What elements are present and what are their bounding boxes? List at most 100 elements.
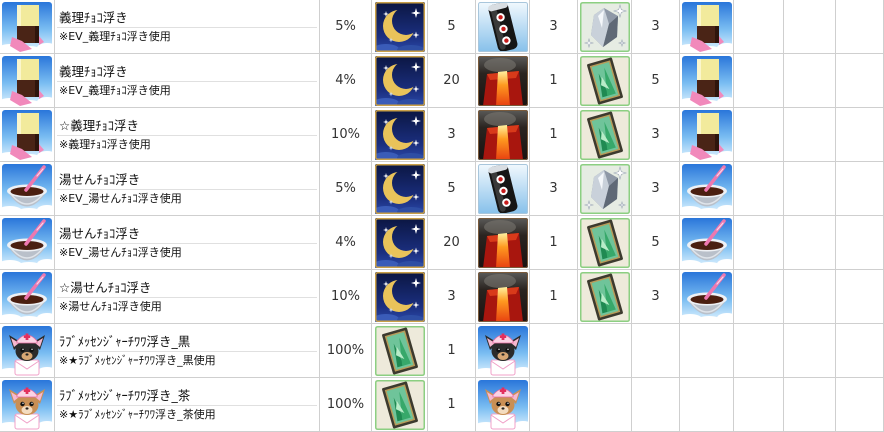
material-icon-cell	[578, 54, 632, 108]
base-item-icon-cell	[680, 162, 734, 216]
base-item-icon-cell	[680, 54, 734, 108]
material-icon-cell	[372, 108, 428, 162]
empty-cell	[784, 108, 836, 162]
material-icon-cell	[372, 0, 428, 54]
material-quantity: 3	[632, 108, 680, 162]
success-rate: 100%	[320, 378, 372, 432]
empty-cell	[784, 270, 836, 324]
success-rate: 4%	[320, 54, 372, 108]
item-name: ﾗﾌﾞﾒｯｾﾝｼﾞｬｰﾁﾜﾜ浮き_黒	[57, 333, 317, 352]
material-quantity: 20	[428, 216, 476, 270]
fire-ore-icon	[477, 271, 528, 322]
material-icon-cell	[372, 216, 428, 270]
empty-cell	[836, 324, 884, 378]
green-card-icon	[579, 55, 630, 106]
material-quantity: 5	[428, 162, 476, 216]
item-note: ※湯せんﾁｮｺ浮き使用	[59, 299, 162, 313]
item-name-cell: ﾗﾌﾞﾒｯｾﾝｼﾞｬｰﾁﾜﾜ浮き_黒 ※★ﾗﾌﾞﾒｯｾﾝｼﾞｬｰﾁﾜﾜ浮き_黒使用	[55, 324, 320, 378]
empty-cell	[836, 0, 884, 54]
item-name-cell: 義理ﾁｮｺ浮き ※EV_義理ﾁｮｺ浮き使用	[55, 54, 320, 108]
base-item-icon-cell	[476, 324, 530, 378]
empty-cell	[734, 54, 784, 108]
empty-cell	[734, 108, 784, 162]
material-quantity: 3	[530, 162, 578, 216]
item-note: ※★ﾗﾌﾞﾒｯｾﾝｼﾞｬｰﾁﾜﾜ浮き_茶使用	[59, 407, 216, 421]
yusen-choco-float-icon	[681, 271, 732, 322]
yusen-choco-float-icon	[2, 163, 52, 214]
giri-choco-float-icon	[681, 109, 732, 160]
material-icon-cell	[476, 54, 530, 108]
table-row: ﾗﾌﾞﾒｯｾﾝｼﾞｬｰﾁﾜﾜ浮き_黒 ※★ﾗﾌﾞﾒｯｾﾝｼﾞｬｰﾁﾜﾜ浮き_黒使用…	[0, 324, 884, 378]
material-quantity: 3	[530, 0, 578, 54]
item-note: ※EV_湯せんﾁｮｺ浮き使用	[59, 191, 182, 205]
material-quantity: 5	[632, 216, 680, 270]
empty-cell	[734, 324, 784, 378]
item-icon-cell	[0, 54, 55, 108]
empty-cell	[784, 54, 836, 108]
empty-cell	[836, 216, 884, 270]
item-note: ※EV_義理ﾁｮｺ浮き使用	[59, 83, 171, 97]
empty-cell	[784, 324, 836, 378]
fire-ore-icon	[477, 109, 528, 160]
material-quantity: 1	[530, 108, 578, 162]
item-name: ☆湯せんﾁｮｺ浮き	[57, 279, 317, 298]
material-icon-cell	[476, 0, 530, 54]
success-rate: 5%	[320, 162, 372, 216]
success-rate: 100%	[320, 324, 372, 378]
empty-cell	[734, 216, 784, 270]
green-card-icon	[579, 271, 630, 322]
item-name-cell: 義理ﾁｮｺ浮き ※EV_義理ﾁｮｺ浮き使用	[55, 0, 320, 54]
material-icon-cell	[476, 216, 530, 270]
yusen-choco-float-icon	[2, 217, 52, 268]
table-row: ☆義理ﾁｮｺ浮き ※義理ﾁｮｺ浮き使用 10% 3 1 3	[0, 108, 884, 162]
material-quantity: 1	[530, 54, 578, 108]
item-icon-cell	[0, 270, 55, 324]
empty-cell	[530, 378, 578, 432]
item-name-cell: 湯せんﾁｮｺ浮き ※EV_湯せんﾁｮｺ浮き使用	[55, 162, 320, 216]
fire-ore-icon	[477, 55, 528, 106]
empty-cell	[836, 270, 884, 324]
material-icon-cell	[372, 324, 428, 378]
empty-cell	[784, 378, 836, 432]
empty-cell	[734, 0, 784, 54]
material-quantity: 3	[428, 270, 476, 324]
giri-choco-float-icon	[681, 1, 732, 52]
item-name-cell: ☆義理ﾁｮｺ浮き ※義理ﾁｮｺ浮き使用	[55, 108, 320, 162]
black-roll-icon	[477, 1, 528, 52]
material-icon-cell	[578, 108, 632, 162]
material-quantity: 1	[428, 324, 476, 378]
empty-cell	[632, 324, 680, 378]
item-icon-cell	[0, 162, 55, 216]
empty-cell	[632, 378, 680, 432]
item-icon-cell	[0, 216, 55, 270]
empty-cell	[836, 162, 884, 216]
material-quantity: 1	[530, 216, 578, 270]
item-note: ※義理ﾁｮｺ浮き使用	[59, 137, 151, 151]
material-quantity: 1	[428, 378, 476, 432]
item-icon-cell	[0, 0, 55, 54]
item-name: 義理ﾁｮｺ浮き	[57, 63, 317, 82]
material-quantity: 3	[632, 0, 680, 54]
material-icon-cell	[476, 108, 530, 162]
empty-cell	[530, 324, 578, 378]
material-icon-cell	[372, 54, 428, 108]
table-row: ﾗﾌﾞﾒｯｾﾝｼﾞｬｰﾁﾜﾜ浮き_茶 ※★ﾗﾌﾞﾒｯｾﾝｼﾞｬｰﾁﾜﾜ浮き_茶使用…	[0, 378, 884, 432]
giri-choco-float-icon	[2, 109, 52, 160]
item-note: ※★ﾗﾌﾞﾒｯｾﾝｼﾞｬｰﾁﾜﾜ浮き_黒使用	[59, 353, 216, 367]
table-row: 義理ﾁｮｺ浮き ※EV_義理ﾁｮｺ浮き使用 5% 5 3 3	[0, 0, 884, 54]
moon-icon	[374, 1, 425, 52]
chihuahua-brown-float-icon	[477, 379, 528, 430]
crystal-icon	[579, 1, 630, 52]
empty-cell	[734, 270, 784, 324]
item-icon-cell	[0, 378, 55, 432]
yusen-choco-float-icon	[681, 163, 732, 214]
green-card-icon	[579, 109, 630, 160]
table-row: 湯せんﾁｮｺ浮き ※EV_湯せんﾁｮｺ浮き使用 4% 20 1 5	[0, 216, 884, 270]
empty-cell	[836, 378, 884, 432]
success-rate: 10%	[320, 108, 372, 162]
chihuahua-black-float-icon	[2, 325, 52, 376]
material-quantity: 3	[428, 108, 476, 162]
chihuahua-black-float-icon	[477, 325, 528, 376]
giri-choco-float-icon	[2, 1, 52, 52]
giri-choco-float-icon	[681, 55, 732, 106]
